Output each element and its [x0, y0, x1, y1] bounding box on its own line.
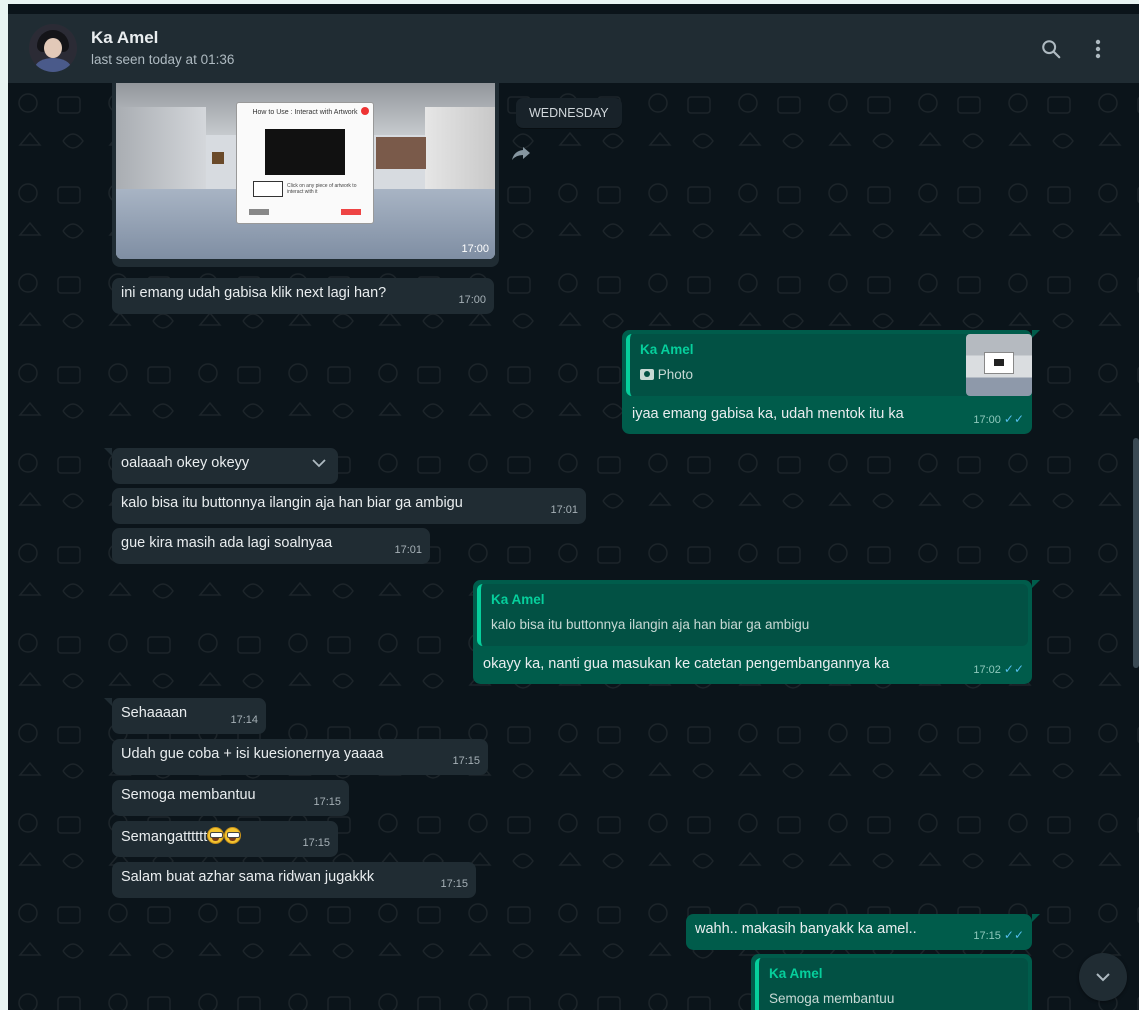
message-list[interactable]: How to Use : Interact with Artwork Click…	[8, 83, 1139, 1010]
message-time: 17:01	[550, 504, 578, 516]
outgoing-message[interactable]: Ka Amel Photo iyaa emang gabisa ka, udah…	[622, 330, 1040, 434]
contact-info[interactable]: Ka Amel last seen today at 01:36	[91, 28, 234, 67]
quoted-photo-thumbnail	[966, 334, 1032, 396]
contact-name: Ka Amel	[91, 28, 159, 47]
message-text: wahh.. makasih banyakk ka amel..	[695, 921, 917, 937]
incoming-message[interactable]: Udah gue coba + isi kuesionernya yaaaa 1…	[112, 739, 488, 775]
image-message-time: 17:00	[461, 243, 489, 255]
message-text: Semangatttttt	[121, 829, 208, 845]
message-text: iyaa emang gabisa ka, udah mentok itu ka	[632, 406, 904, 422]
kebab-menu-icon[interactable]	[1085, 36, 1111, 62]
incoming-message[interactable]: gue kira masih ada lagi soalnyaa 17:01	[112, 528, 430, 564]
star-struck-emoji-icon	[224, 827, 242, 844]
image-message[interactable]: How to Use : Interact with Artwork Click…	[112, 83, 499, 267]
contact-avatar[interactable]	[29, 24, 77, 72]
search-icon[interactable]	[1038, 36, 1064, 62]
contact-status: last seen today at 01:36	[91, 52, 235, 67]
forward-icon[interactable]	[511, 145, 531, 166]
message-time: 17:01	[394, 544, 422, 556]
message-text: oalaaah okey okeyy	[121, 455, 250, 471]
message-text: okayy ka, nanti gua masukan ke catetan p…	[483, 656, 890, 672]
chevron-down-icon	[1096, 973, 1110, 982]
read-ticks-icon: ✓✓	[1003, 662, 1024, 676]
message-time: 17:15	[452, 755, 480, 767]
message-text: Semoga membantuu	[121, 787, 256, 803]
read-ticks-icon: ✓✓	[1003, 928, 1024, 942]
incoming-message[interactable]: Semangatttttt 17:15	[112, 821, 338, 857]
message-time: 17:15	[440, 878, 468, 890]
incoming-message[interactable]: Sehaaaan 17:14	[104, 698, 266, 734]
image-dialog-hint: Click on any piece of artwork to interac…	[287, 183, 357, 195]
top-border	[8, 4, 1139, 12]
camera-icon	[640, 369, 654, 380]
date-separator: WEDNESDAY	[516, 98, 622, 128]
message-text: ini emang udah gabisa klik next lagi han…	[121, 285, 387, 301]
message-time: 17:15	[973, 930, 1001, 942]
chat-window: Ka Amel last seen today at 01:36 How to …	[8, 4, 1139, 1010]
scrollbar[interactable]	[1133, 438, 1139, 668]
incoming-message[interactable]: ini emang udah gabisa klik next lagi han…	[112, 278, 494, 314]
read-ticks-icon: ✓✓	[1003, 412, 1024, 426]
quote-text: Semoga membantuu	[769, 991, 895, 1006]
message-text: Salam buat azhar sama ridwan jugakkk	[121, 869, 375, 885]
star-struck-emoji-icon	[207, 827, 225, 844]
message-time: 17:02	[973, 664, 1001, 676]
outgoing-message[interactable]: wahh.. makasih banyakk ka amel.. 17:15 ✓✓	[686, 914, 1040, 950]
quoted-message[interactable]: Ka Amel Semoga membantuu	[755, 958, 1028, 1010]
quote-text: kalo bisa itu buttonnya ilangin aja han …	[491, 617, 810, 632]
message-time: 17:15	[302, 837, 330, 849]
incoming-message[interactable]: Semoga membantuu 17:15	[112, 780, 349, 816]
message-time: 17:14	[230, 714, 258, 726]
message-time: 17:00	[973, 414, 1001, 426]
quote-text: Photo	[657, 367, 694, 382]
quote-author: Ka Amel	[491, 592, 545, 607]
message-text: Udah gue coba + isi kuesionernya yaaaa	[121, 746, 384, 762]
scroll-to-bottom-button[interactable]	[1079, 953, 1127, 1001]
quoted-message[interactable]: Ka Amel Photo	[626, 334, 1032, 396]
outgoing-message[interactable]: Ka Amel Semoga membantuu	[751, 954, 1032, 1010]
message-text: Sehaaaan	[121, 705, 188, 721]
message-text: kalo bisa itu buttonnya ilangin aja han …	[121, 495, 463, 511]
message-text: gue kira masih ada lagi soalnyaa	[121, 535, 333, 551]
image-dialog-preview: How to Use : Interact with Artwork Click…	[236, 102, 374, 224]
incoming-message[interactable]: Salam buat azhar sama ridwan jugakkk 17:…	[112, 862, 476, 898]
message-time: 17:00	[458, 294, 486, 306]
chevron-down-icon[interactable]	[312, 454, 326, 473]
gallery-screenshot[interactable]: How to Use : Interact with Artwork Click…	[116, 83, 495, 259]
quote-author: Ka Amel	[640, 342, 694, 357]
incoming-message[interactable]: oalaaah okey okeyy	[104, 448, 338, 484]
quote-author: Ka Amel	[769, 966, 823, 981]
quoted-message[interactable]: Ka Amel kalo bisa itu buttonnya ilangin …	[477, 584, 1028, 646]
outgoing-message[interactable]: Ka Amel kalo bisa itu buttonnya ilangin …	[473, 580, 1040, 684]
image-dialog-title: How to Use : Interact with Artwork	[252, 109, 358, 116]
incoming-message[interactable]: kalo bisa itu buttonnya ilangin aja han …	[112, 488, 586, 524]
message-time: 17:15	[313, 796, 341, 808]
chat-header[interactable]: Ka Amel last seen today at 01:36	[8, 14, 1139, 83]
